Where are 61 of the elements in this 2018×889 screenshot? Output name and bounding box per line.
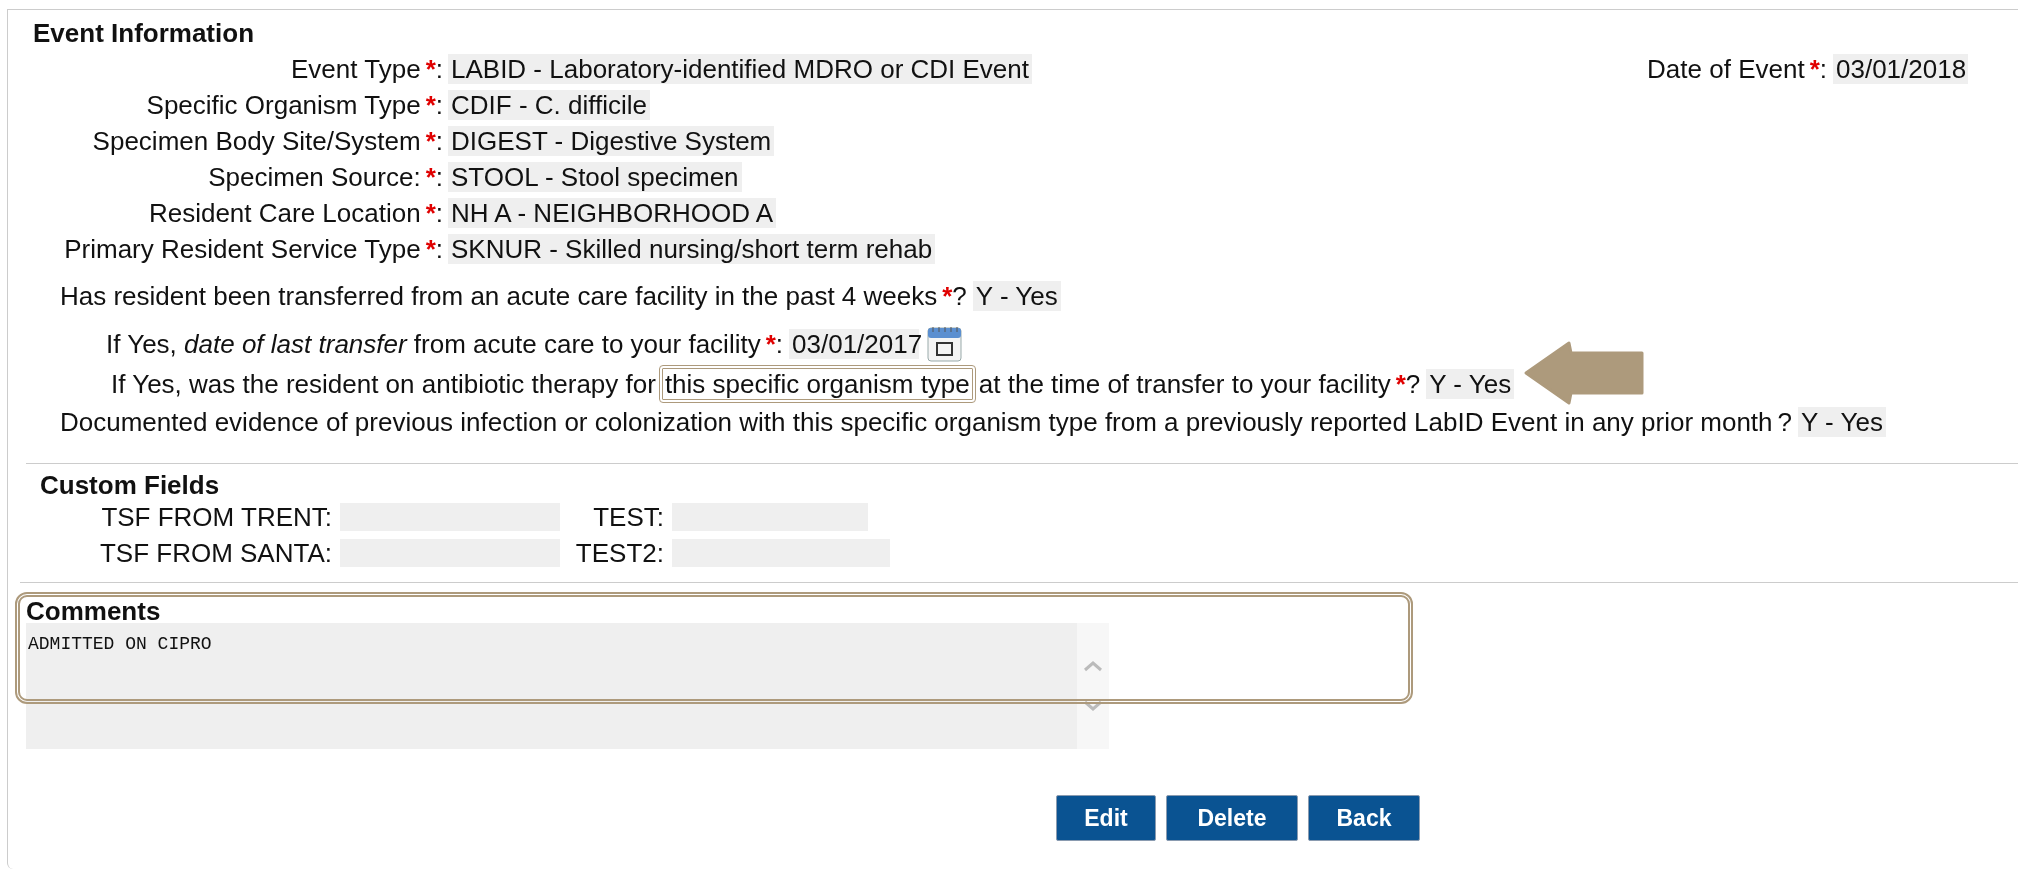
field-label: TEST: <box>593 502 664 532</box>
question-text: at the time of transfer to your facility <box>978 369 1391 399</box>
field-label: Resident Care Location <box>148 198 421 228</box>
field-label: TSF FROM SANTA: <box>99 538 332 568</box>
field-value: DIGEST - Digestive System <box>448 126 775 156</box>
required-asterisk: * <box>1395 369 1406 399</box>
required-asterisk: * <box>942 281 953 311</box>
field-punctuation: : <box>435 126 443 156</box>
action-button[interactable]: Edit <box>1056 795 1156 841</box>
field-label: Specimen Source: <box>208 162 421 192</box>
field-punctuation: : <box>435 54 443 84</box>
field-label: Date of Event <box>1647 54 1805 84</box>
section-title: Custom Fields <box>40 470 221 500</box>
field-label: TSF FROM TRENT: <box>101 502 332 532</box>
comments-textarea[interactable]: ADMITTED ON CIPRO <box>26 623 1109 749</box>
highlighted-phrase: this specific organism type <box>658 365 976 403</box>
required-asterisk: * <box>425 198 436 228</box>
field-punctuation: : <box>775 329 784 359</box>
field-label: Event Type <box>291 54 421 84</box>
scrollbar[interactable] <box>1077 623 1109 749</box>
chevron-down-icon[interactable] <box>1083 700 1103 712</box>
required-asterisk: * <box>425 234 436 264</box>
field-value: SKNUR - Skilled nursing/short term rehab <box>448 234 936 264</box>
field-value: STOOL - Stool specimen <box>448 162 742 192</box>
required-asterisk: * <box>425 162 436 192</box>
field-value: Y - Yes <box>1426 369 1515 399</box>
comment-text: ADMITTED ON CIPRO <box>28 634 212 654</box>
field-label: Primary Resident Service Type <box>64 234 421 264</box>
field-punctuation: : <box>435 234 443 264</box>
required-asterisk: * <box>425 90 436 120</box>
chevron-up-icon[interactable] <box>1083 660 1103 672</box>
question-text: Documented evidence of previous infection or colonization with this specific organism type from a previously reported LabID Event in any prior month <box>60 407 1773 437</box>
question-text: Has resident been transferred from an acute care facility in the past 4 weeks <box>60 281 938 311</box>
field-value: 03/01/2018 <box>1833 54 1968 84</box>
required-asterisk: * <box>425 126 436 156</box>
required-asterisk: * <box>1809 54 1820 84</box>
field-value: LABID - Laboratory-identified MDRO or CDI Event <box>448 54 1032 84</box>
field-punctuation: ? <box>1405 369 1421 399</box>
calendar-icon[interactable] <box>927 325 964 363</box>
question-text: If Yes, was the resident on antibiotic therapy for <box>111 369 656 399</box>
required-asterisk: * <box>765 329 776 359</box>
field-value: CDIF - C. difficile <box>448 90 650 120</box>
field-punctuation: ? <box>952 281 967 311</box>
section-title: Comments <box>26 599 162 623</box>
field-value: 03/01/2017 <box>789 329 920 359</box>
action-button[interactable]: Delete <box>1166 795 1298 841</box>
field-punctuation: : <box>1819 54 1827 84</box>
field-label: Specimen Body Site/System <box>92 126 421 156</box>
field-punctuation: ? <box>1777 407 1792 437</box>
field-value: Y - Yes <box>972 281 1061 311</box>
field-label: TEST2: <box>575 538 664 568</box>
field-punctuation: : <box>435 198 443 228</box>
field-value: Y - Yes <box>1798 407 1886 437</box>
required-asterisk: * <box>425 54 436 84</box>
field-punctuation: : <box>435 90 443 120</box>
field-value: NH A - NEIGHBORHOOD A <box>448 198 777 228</box>
section-title: Event Information <box>33 18 255 48</box>
question-text: If Yes, date of last transfer from acute care to your facility <box>106 329 761 359</box>
field-punctuation: : <box>435 162 443 192</box>
action-button[interactable]: Back <box>1308 795 1420 841</box>
field-label: Specific Organism Type <box>146 90 421 120</box>
